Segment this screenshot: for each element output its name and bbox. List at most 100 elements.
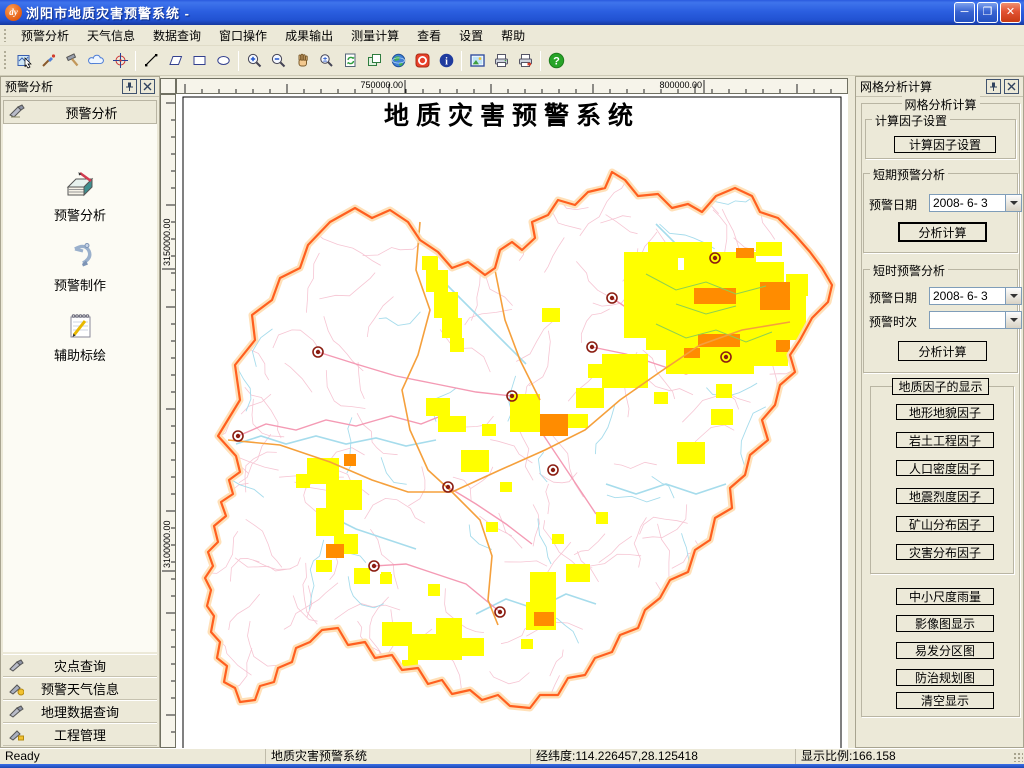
minimize-button[interactable]: ─ [954,2,975,23]
short-time-period-combobox[interactable] [929,311,1022,329]
extra-button-4[interactable]: 防治规划图 [896,669,994,686]
factor-button-2[interactable]: 岩土工程因子 [896,432,994,448]
left-panel-header[interactable]: 预警分析 [3,100,157,124]
line-button[interactable] [139,49,163,73]
extra-button-2[interactable]: 影像图显示 [896,615,994,632]
image-view-button[interactable] [465,49,489,73]
sidebar-item-3[interactable]: 辅助标绘 [3,309,157,373]
help-button[interactable]: ? [544,49,568,73]
polygon-button[interactable] [163,49,187,73]
globe-button[interactable] [386,49,410,73]
print-setup-icon [517,52,534,69]
svg-text:3100000.00: 3100000.00 [162,520,172,568]
print-setup-button[interactable] [513,49,537,73]
short-time-analyze-button[interactable]: 分析计算 [898,341,987,361]
svg-text:750000.00: 750000.00 [360,80,403,90]
map-select-button[interactable] [12,49,36,73]
short-term-date-combobox[interactable]: 2008- 6- 3 [929,194,1022,212]
map-canvas[interactable]: 地质灾害预警系统 [176,94,848,748]
factor-button-3[interactable]: 人口密度因子 [896,460,994,476]
sidebar-bar-3[interactable]: 地理数据查询 [3,700,157,723]
record-button[interactable] [410,49,434,73]
pan-button[interactable] [290,49,314,73]
zoom-extent-button[interactable]: ± [314,49,338,73]
panel-splitter[interactable] [848,76,855,748]
hammer-button[interactable] [60,49,84,73]
close-icon[interactable] [1004,79,1019,94]
pen-tool-icon [63,239,97,273]
crosshair-button[interactable] [108,49,132,73]
rectangle-button[interactable] [187,49,211,73]
brush-button[interactable] [36,49,60,73]
menu-item-6[interactable]: 查看 [408,25,450,46]
factor-button-1[interactable]: 地形地貌因子 [896,404,994,420]
svg-text:800000.00: 800000.00 [659,80,702,90]
extra-button-3[interactable]: 易发分区图 [896,642,994,659]
factor-settings-button[interactable]: 计算因子设置 [894,136,996,153]
toolbar-grip[interactable] [3,50,8,70]
extra-button-1[interactable]: 中小尺度雨量 [896,588,994,605]
copy-layers-icon [366,52,383,69]
polygon-icon [167,52,184,69]
svg-text:?: ? [553,56,560,68]
ruler-corner [160,78,176,94]
chevron-down-icon[interactable] [1005,312,1021,328]
sidebar-item-2[interactable]: 预警制作 [3,239,157,303]
sidebar-bar-4[interactable]: 工程管理 [3,723,157,746]
toolbar-items: ± i? [12,49,568,73]
sidebar-item-1[interactable]: 预警分析 [3,169,157,233]
chevron-down-icon[interactable] [1005,288,1021,304]
ellipse-button[interactable] [211,49,235,73]
menu-item-2[interactable]: 数据查询 [144,25,210,46]
window-titlebar[interactable]: dy 浏阳市地质灾害预警系统 - ─ ❐ ✕ [0,0,1024,25]
close-icon[interactable] [140,79,155,94]
restore-button[interactable]: ❐ [977,2,998,23]
menu-item-8[interactable]: 帮助 [492,25,534,46]
info-button[interactable]: i [434,49,458,73]
short-time-date-value: 2008- 6- 3 [930,288,1005,304]
menu-item-4[interactable]: 成果输出 [276,25,342,46]
zoom-out-button[interactable] [266,49,290,73]
refresh-button[interactable] [338,49,362,73]
help-icon: ? [548,52,565,69]
chevron-down-icon[interactable] [1005,195,1021,211]
town-marker [233,431,243,441]
menu-item-0[interactable]: 预警分析 [12,25,78,46]
short-term-analyze-button[interactable]: 分析计算 [898,222,987,242]
sidebar-item-label: 辅助标绘 [3,345,157,364]
sidebar-bar-1[interactable]: 灾点查询 [3,654,157,677]
svg-text:3150000.00: 3150000.00 [162,218,172,266]
book-icon [63,169,97,203]
factor-display-header-button[interactable]: 地质因子的显示 [892,378,989,395]
rectangle-icon [191,52,208,69]
short-time-date-combobox[interactable]: 2008- 6- 3 [929,287,1022,305]
menu-item-7[interactable]: 设置 [450,25,492,46]
factor-button-5[interactable]: 矿山分布因子 [896,516,994,532]
print-button[interactable] [489,49,513,73]
menubar-grip[interactable] [3,28,8,42]
info-icon: i [438,52,455,69]
pin-icon[interactable] [986,79,1001,94]
short-term-caption: 短期预警分析 [870,166,948,183]
close-button[interactable]: ✕ [1000,2,1021,23]
factor-button-6[interactable]: 灾害分布因子 [896,544,994,560]
stamp-icon [9,104,27,121]
left-panel-items: 预警分析预警制作辅助标绘 [3,124,157,652]
pan-icon [294,52,311,69]
refresh-icon [342,52,359,69]
short-term-date-value: 2008- 6- 3 [930,195,1005,211]
sidebar-bar-2[interactable]: 预警天气信息 [3,677,157,700]
pin-icon[interactable] [122,79,137,94]
resize-grip[interactable] [1013,752,1023,762]
menu-item-1[interactable]: 天气信息 [78,25,144,46]
factor-button-4[interactable]: 地震烈度因子 [896,488,994,504]
extra-button-5[interactable]: 清空显示 [896,692,994,709]
left-panel-titlebar: 预警分析 [1,77,159,97]
copy-layers-button[interactable] [362,49,386,73]
cloud-button[interactable] [84,49,108,73]
warning-analysis-panel: 预警分析 预警分析 预警分析预警制作辅助标绘 灾点查询预警天气信息地理数据查询工… [0,76,160,748]
menu-item-5[interactable]: 测量计算 [342,25,408,46]
sidebar-item-label: 预警制作 [3,275,157,294]
zoom-in-button[interactable] [242,49,266,73]
menu-item-3[interactable]: 窗口操作 [210,25,276,46]
